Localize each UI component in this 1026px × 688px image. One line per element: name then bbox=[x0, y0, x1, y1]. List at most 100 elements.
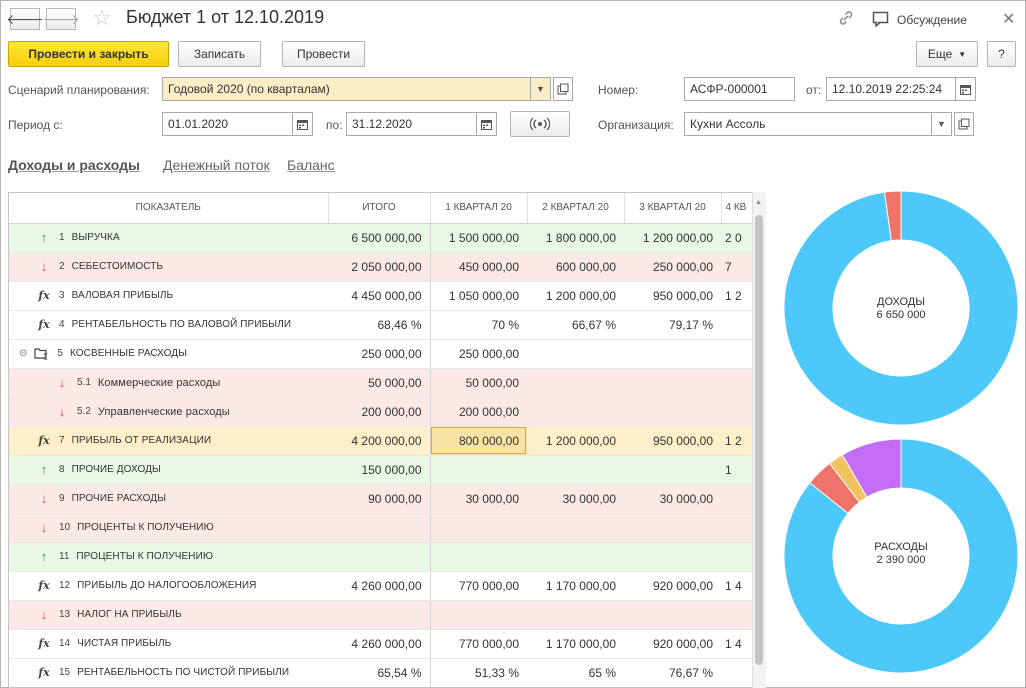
indicator-cell[interactable]: ⊝ Σ 5 КОСВЕННЫЕ РАСХОДЫ bbox=[9, 339, 328, 369]
cell-q1[interactable]: 30 000,00 bbox=[430, 484, 527, 514]
tab-cash-flow[interactable]: Денежный поток bbox=[163, 157, 270, 173]
cell-q2[interactable]: 1 200 000,00 bbox=[527, 281, 624, 311]
number-field[interactable]: АСФР-000001 bbox=[684, 77, 795, 101]
indicator-cell[interactable]: fx 12 ПРИБЫЛЬ ДО НАЛОГООБЛОЖЕНИЯ bbox=[9, 571, 328, 601]
org-dropdown-button[interactable]: ▼ bbox=[932, 112, 952, 136]
cell-q3[interactable] bbox=[624, 397, 721, 427]
cell-total[interactable]: 90 000,00 bbox=[328, 484, 431, 514]
table-row[interactable]: fx 12 ПРИБЫЛЬ ДО НАЛОГООБЛОЖЕНИЯ 4 260 000,… bbox=[9, 571, 765, 601]
cell-q1[interactable]: 50 000,00 bbox=[430, 368, 527, 398]
cell-q3[interactable] bbox=[624, 513, 721, 543]
cell-q2[interactable]: 600 000,00 bbox=[527, 252, 624, 282]
discussion-link[interactable]: Обсуждение bbox=[897, 13, 967, 27]
cell-q3[interactable]: 920 000,00 bbox=[624, 629, 721, 659]
cell-total[interactable]: 65,54 % bbox=[328, 658, 431, 687]
column-header-q3[interactable]: 3 КВАРТАЛ 20 bbox=[624, 193, 722, 224]
indicator-cell[interactable]: ↓ 5.1 Коммерческие расходы bbox=[9, 368, 328, 398]
cell-q3[interactable] bbox=[624, 339, 721, 369]
cell-q3[interactable]: 30 000,00 bbox=[624, 484, 721, 514]
indicator-cell[interactable]: fx 15 РЕНТАБЕЛЬНОСТЬ ПО ЧИСТОЙ ПРИБЫЛИ bbox=[9, 658, 328, 687]
cell-q3[interactable] bbox=[624, 542, 721, 572]
table-row[interactable]: ↓ 5.1 Коммерческие расходы 50 000,00 50 000,… bbox=[9, 368, 765, 398]
cell-total[interactable] bbox=[328, 542, 431, 572]
table-row[interactable]: fx 3 ВАЛОВАЯ ПРИБЫЛЬ 4 450 000,00 1 050 000,… bbox=[9, 281, 765, 311]
scrollbar-thumb[interactable] bbox=[755, 215, 763, 665]
table-row[interactable]: fx 15 РЕНТАБЕЛЬНОСТЬ ПО ЧИСТОЙ ПРИБЫЛИ 65,5… bbox=[9, 658, 765, 687]
column-header-total[interactable]: ИТОГО bbox=[328, 193, 431, 224]
org-field[interactable]: Кухни Ассоль bbox=[684, 112, 932, 136]
period-from-calendar-button[interactable] bbox=[293, 112, 313, 136]
cell-q1[interactable] bbox=[430, 542, 527, 572]
period-select-button[interactable] bbox=[510, 111, 570, 137]
cell-q3[interactable]: 1 200 000,00 bbox=[624, 223, 721, 253]
table-row[interactable]: ↓ 9 ПРОЧИЕ РАСХОДЫ 90 000,00 30 000,00 30 000… bbox=[9, 484, 765, 514]
indicator-cell[interactable]: ↓ 5.2 Управленческие расходы bbox=[9, 397, 328, 427]
cell-q1[interactable]: 200 000,00 bbox=[430, 397, 527, 427]
back-button[interactable]: 🡐 bbox=[6, 8, 44, 30]
post-and-close-button[interactable]: Провести и закрыть bbox=[8, 41, 169, 67]
cell-q1[interactable]: 450 000,00 bbox=[430, 252, 527, 282]
cell-total[interactable] bbox=[328, 513, 431, 543]
cell-q3[interactable] bbox=[624, 455, 721, 485]
indicator-cell[interactable]: fx 4 РЕНТАБЕЛЬНОСТЬ ПО ВАЛОВОЙ ПРИБЫЛИ bbox=[9, 310, 328, 340]
table-row[interactable]: ↑ 8 ПРОЧИЕ ДОХОДЫ 150 000,00 1 bbox=[9, 455, 765, 485]
indicator-cell[interactable]: ↑ 8 ПРОЧИЕ ДОХОДЫ bbox=[9, 455, 328, 485]
cell-q2[interactable] bbox=[527, 455, 624, 485]
cell-q1[interactable]: 770 000,00 bbox=[430, 571, 527, 601]
cell-q3[interactable]: 950 000,00 bbox=[624, 281, 721, 311]
cell-q1[interactable] bbox=[430, 600, 527, 630]
cell-q2[interactable]: 1 170 000,00 bbox=[527, 571, 624, 601]
cell-q1[interactable]: 1 050 000,00 bbox=[430, 281, 527, 311]
cell-q2[interactable]: 1 170 000,00 bbox=[527, 629, 624, 659]
scroll-up-icon[interactable]: ▲ bbox=[755, 199, 762, 206]
cell-total[interactable]: 50 000,00 bbox=[328, 368, 431, 398]
discussion-icon[interactable] bbox=[872, 11, 890, 27]
cell-total[interactable] bbox=[328, 600, 431, 630]
cell-q1[interactable]: 51,33 % bbox=[430, 658, 527, 687]
table-row[interactable]: fx 7 ПРИБЫЛЬ ОТ РЕАЛИЗАЦИИ 4 200 000,00 800 … bbox=[9, 426, 765, 456]
cell-total[interactable]: 68,46 % bbox=[328, 310, 431, 340]
org-open-button[interactable] bbox=[954, 112, 974, 136]
save-button[interactable]: Записать bbox=[178, 41, 261, 67]
table-row[interactable]: fx 4 РЕНТАБЕЛЬНОСТЬ ПО ВАЛОВОЙ ПРИБЫЛИ 68,4… bbox=[9, 310, 765, 340]
favorite-star-icon[interactable]: ☆ bbox=[92, 6, 112, 30]
cell-q3[interactable] bbox=[624, 368, 721, 398]
cell-q1[interactable]: 770 000,00 bbox=[430, 629, 527, 659]
cell-q1[interactable] bbox=[430, 455, 527, 485]
tab-income-expense[interactable]: Доходы и расходы bbox=[8, 157, 140, 173]
cell-q2[interactable] bbox=[527, 542, 624, 572]
column-header-q1[interactable]: 1 КВАРТАЛ 20 bbox=[430, 193, 528, 224]
cell-total[interactable]: 4 200 000,00 bbox=[328, 426, 431, 456]
cell-q1[interactable] bbox=[430, 513, 527, 543]
indicator-cell[interactable]: fx 3 ВАЛОВАЯ ПРИБЫЛЬ bbox=[9, 281, 328, 311]
cell-q2[interactable] bbox=[527, 339, 624, 369]
scenario-dropdown-button[interactable]: ▼ bbox=[531, 77, 551, 101]
cell-q2[interactable]: 65 % bbox=[527, 658, 624, 687]
scenario-field[interactable]: Годовой 2020 (по кварталам) bbox=[162, 77, 531, 101]
indicator-cell[interactable]: ↑ 1 ВЫРУЧКА bbox=[9, 223, 328, 253]
scenario-open-button[interactable] bbox=[553, 77, 573, 101]
cell-q3[interactable]: 79,17 % bbox=[624, 310, 721, 340]
indicator-cell[interactable]: ↑ 11 ПРОЦЕНТЫ К ПОЛУЧЕНИЮ bbox=[9, 542, 328, 572]
table-row[interactable]: ↓ 13 НАЛОГ НА ПРИБЫЛЬ bbox=[9, 600, 765, 630]
post-button[interactable]: Провести bbox=[282, 41, 365, 67]
cell-total[interactable]: 200 000,00 bbox=[328, 397, 431, 427]
column-header-q2[interactable]: 2 КВАРТАЛ 20 bbox=[527, 193, 625, 224]
table-row[interactable]: ↓ 10 ПРОЦЕНТЫ К ПОЛУЧЕНИЮ bbox=[9, 513, 765, 543]
cell-q3[interactable]: 950 000,00 bbox=[624, 426, 721, 456]
indicator-cell[interactable]: ↓ 2 СЕБЕСТОИМОСТЬ bbox=[9, 252, 328, 282]
period-to-field[interactable]: 31.12.2020 bbox=[346, 112, 477, 136]
column-header-indicator[interactable]: ПОКАЗАТЕЛЬ bbox=[9, 193, 329, 224]
table-row[interactable]: ↑ 1 ВЫРУЧКА 6 500 000,00 1 500 000,00 1 800 0… bbox=[9, 223, 765, 253]
cell-q1[interactable]: 800 000,00 bbox=[430, 426, 527, 456]
cell-q2[interactable]: 66,67 % bbox=[527, 310, 624, 340]
table-row[interactable]: ↓ 5.2 Управленческие расходы 200 000,00 200 … bbox=[9, 397, 765, 427]
help-button[interactable]: ? bbox=[987, 41, 1016, 67]
cell-total[interactable]: 2 050 000,00 bbox=[328, 252, 431, 282]
cell-total[interactable]: 150 000,00 bbox=[328, 455, 431, 485]
cell-total[interactable]: 250 000,00 bbox=[328, 339, 431, 369]
forward-button[interactable]: 🡒 bbox=[42, 8, 80, 30]
cell-q2[interactable]: 1 800 000,00 bbox=[527, 223, 624, 253]
cell-q1[interactable]: 1 500 000,00 bbox=[430, 223, 527, 253]
indicator-cell[interactable]: ↓ 10 ПРОЦЕНТЫ К ПОЛУЧЕНИЮ bbox=[9, 513, 328, 543]
